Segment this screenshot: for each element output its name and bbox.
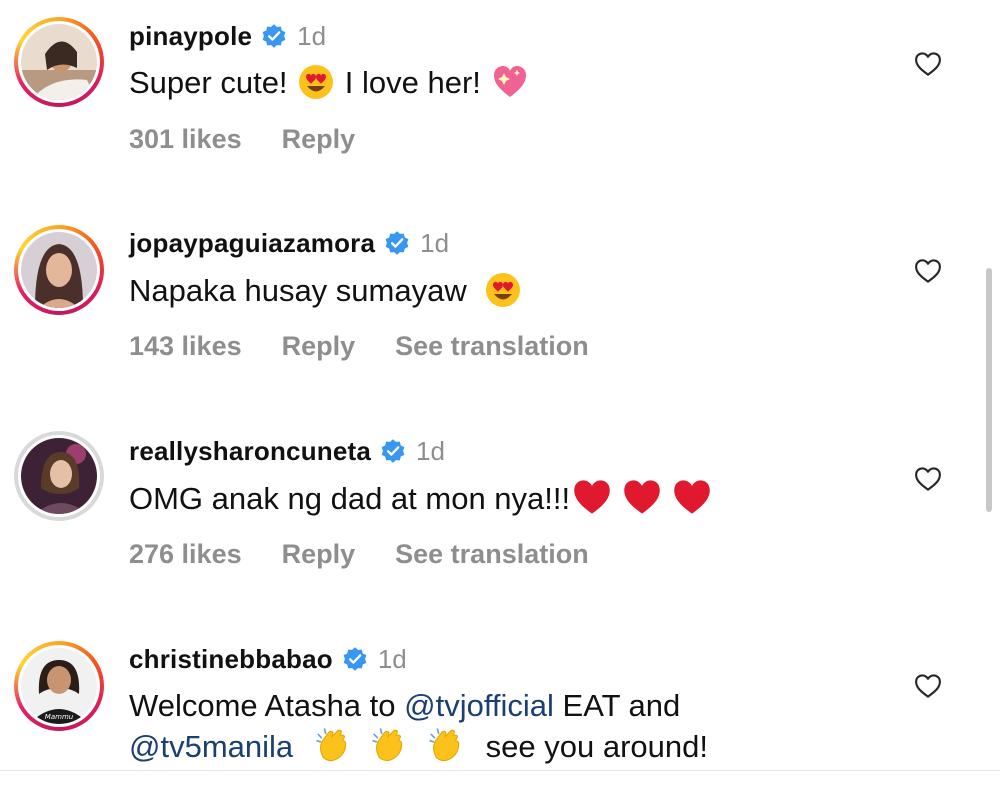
- heart-eyes-emoji: [299, 65, 334, 99]
- timestamp: 1d: [297, 20, 327, 51]
- comment-text-part: EAT and: [553, 688, 681, 723]
- mention-link[interactable]: @tv5manila: [129, 729, 293, 764]
- red-heart-emoji: [674, 480, 710, 514]
- heart-eyes-emoji: [486, 273, 521, 307]
- avatar: [21, 438, 97, 514]
- comment-header: christinebbabao 1d: [129, 643, 407, 675]
- verified-badge-icon: [343, 647, 367, 671]
- scrollbar[interactable]: [986, 268, 992, 512]
- verified-badge-icon: [381, 439, 405, 463]
- verified-badge-icon: [385, 231, 409, 255]
- username[interactable]: christinebbabao: [129, 644, 333, 675]
- red-heart-emoji: [624, 480, 660, 514]
- comment-text-part: Super cute!: [129, 65, 288, 100]
- mention-link[interactable]: @tvjofficial: [404, 688, 554, 723]
- reply-button[interactable]: Reply: [282, 331, 356, 362]
- timestamp: 1d: [420, 227, 450, 258]
- comment-header: jopaypaguiazamora 1d: [129, 227, 449, 259]
- clapping-hands-emoji: [372, 728, 403, 762]
- avatar: [21, 232, 97, 308]
- comment-text: OMG anak ng dad at mon nya!!!: [129, 478, 714, 519]
- heart-outline-icon[interactable]: [913, 671, 943, 701]
- timestamp: 1d: [416, 435, 445, 466]
- comment-text-part: I love her!: [344, 65, 481, 100]
- avatar-story-ring[interactable]: [14, 17, 104, 107]
- heart-outline-icon[interactable]: [913, 464, 943, 494]
- timestamp: 1d: [377, 643, 407, 674]
- avatar-ring[interactable]: [14, 431, 104, 521]
- avatar-story-ring[interactable]: Mammu: [14, 641, 104, 731]
- comment-text-part: see you around!: [485, 729, 708, 764]
- username[interactable]: reallysharoncuneta: [129, 436, 371, 467]
- red-heart-emoji: [574, 480, 610, 514]
- divider: [0, 770, 1000, 771]
- likes-count[interactable]: 276 likes: [129, 539, 242, 570]
- comment-text-part: Welcome Atasha to: [129, 688, 405, 723]
- comment-text-part: OMG anak ng dad at mon nya!!!: [129, 481, 571, 516]
- likes-count[interactable]: 143 likes: [129, 331, 242, 362]
- comment-text: Napaka husay sumayaw: [129, 271, 523, 311]
- comment-text-line: Welcome Atasha to @tvjofficial EAT and: [129, 686, 680, 726]
- clapping-hands-emoji: [429, 728, 460, 762]
- see-translation-button[interactable]: See translation: [395, 331, 589, 362]
- verified-badge-icon: [262, 24, 286, 48]
- avatar: Mammu: [21, 648, 97, 724]
- avatar: [21, 24, 97, 100]
- comment-header: pinaypole 1d: [129, 20, 326, 52]
- clapping-hands-emoji: [316, 728, 346, 762]
- comment-header: reallysharoncuneta 1d: [129, 435, 445, 467]
- likes-count[interactable]: 301 likes: [129, 124, 242, 155]
- avatar-story-ring[interactable]: [14, 225, 104, 315]
- heart-outline-icon[interactable]: [913, 256, 943, 286]
- reply-button[interactable]: Reply: [282, 124, 356, 155]
- sparkling-heart-emoji: [493, 66, 526, 97]
- comment-actions: 301 likes Reply: [129, 119, 395, 159]
- comment-actions: 276 likes Reply See translation: [129, 534, 629, 574]
- see-translation-button[interactable]: See translation: [395, 539, 589, 570]
- comment-text-line: @tv5manila see you around!: [129, 726, 708, 767]
- heart-outline-icon[interactable]: [913, 49, 943, 79]
- comment-text-part: Napaka husay sumayaw: [129, 273, 467, 308]
- username[interactable]: jopaypaguiazamora: [129, 228, 375, 259]
- comment-actions: 143 likes Reply See translation: [129, 326, 629, 366]
- avatar-shirt-text: Mammu: [45, 713, 74, 721]
- username[interactable]: pinaypole: [129, 21, 252, 52]
- comment-text: Super cute! I love her!: [129, 63, 530, 103]
- reply-button[interactable]: Reply: [282, 539, 356, 570]
